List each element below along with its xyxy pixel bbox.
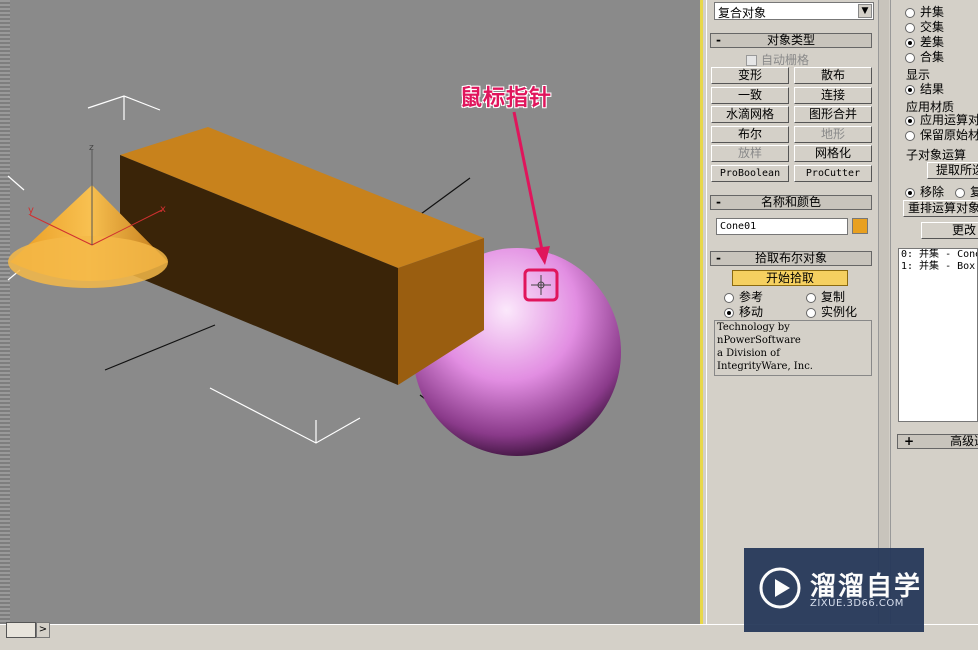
apply-op-label: 应用运算对 (920, 113, 978, 127)
timeline-slider[interactable] (6, 622, 36, 638)
shapemerge-button[interactable]: 图形合并 (794, 106, 872, 123)
category-dropdown[interactable]: 复合对象 ▼ (714, 2, 874, 20)
radio-icon (806, 307, 816, 318)
collapse-icon: - (716, 251, 721, 265)
copy-extract-label: 复 (970, 185, 978, 199)
merge-radio[interactable]: 合集 (905, 48, 944, 65)
instance-label: 实例化 (821, 305, 858, 319)
radio-selected-icon (905, 37, 915, 48)
box-object (120, 127, 484, 385)
credits-line: IntegrityWare, Inc. (717, 361, 813, 372)
annotation-arrow (512, 111, 550, 265)
sub-object-title: 子对象运算 (906, 148, 967, 162)
radio-icon (724, 292, 734, 303)
play-logo-icon (759, 567, 801, 609)
viewport-scene: x y z (7, 95, 621, 456)
name-color-title: 名称和颜色 (760, 195, 821, 209)
copy-extract-radio[interactable]: 复 (955, 183, 978, 200)
morph-button[interactable]: 变形 (711, 67, 789, 84)
remove-radio[interactable]: 移除 (905, 183, 944, 200)
collapse-icon: - (716, 195, 721, 209)
axis-z-letter: z (89, 143, 94, 153)
move-label: 移动 (739, 305, 764, 319)
radio-selected-icon (905, 84, 915, 95)
credits-line: a Division of (717, 348, 780, 359)
object-type-rollout[interactable]: - 对象类型 (710, 33, 872, 48)
credits-line: nPowerSoftware (717, 335, 801, 346)
radio-icon (905, 52, 915, 63)
axis-y-letter: y (28, 205, 34, 216)
blobmesh-button[interactable]: 水滴网格 (711, 106, 789, 123)
scatter-button[interactable]: 散布 (794, 67, 872, 84)
credits-box: Technology by nPowerSoftware a Division … (714, 320, 872, 376)
auto-grid-label: 自动栅格 (761, 53, 810, 67)
mesher-button[interactable]: 网格化 (794, 145, 872, 162)
keep-original-radio[interactable]: 保留原始材 (905, 126, 978, 143)
procutter-button[interactable]: ProCutter (794, 165, 872, 182)
checkbox-icon (746, 55, 757, 66)
command-panel-scrollbar[interactable] (878, 0, 889, 624)
copy-label: 复制 (821, 290, 846, 304)
advanced-rollout[interactable]: + 高级选 (897, 434, 978, 449)
radio-selected-icon (905, 115, 915, 126)
collapse-icon: - (716, 33, 721, 47)
object-type-title: 对象类型 (766, 33, 815, 47)
reorder-operands-button[interactable]: 重排运算对象 (903, 200, 978, 217)
radio-selected-icon (724, 307, 734, 318)
name-color-rollout[interactable]: - 名称和颜色 (710, 195, 872, 210)
intersection-label: 交集 (920, 20, 945, 34)
move-radio[interactable]: 移动 (724, 303, 763, 320)
keep-original-label: 保留原始材 (920, 128, 978, 142)
radio-icon (955, 187, 965, 198)
object-name-field[interactable]: Cone01 (716, 218, 848, 235)
watermark: 溜溜自学 ZIXUE.3D66.COM (744, 548, 924, 632)
instance-radio[interactable]: 实例化 (806, 303, 857, 320)
result-radio[interactable]: 结果 (905, 80, 944, 97)
radio-icon (806, 292, 816, 303)
extract-selected-button[interactable]: 提取所选 (927, 162, 978, 179)
timeline-next-arrow[interactable]: > (36, 622, 50, 638)
connect-button[interactable]: 连接 (794, 87, 872, 104)
proboolean-button[interactable]: ProBoolean (711, 165, 789, 182)
radio-icon (905, 130, 915, 141)
remove-label: 移除 (920, 185, 945, 199)
union-label: 并集 (920, 5, 945, 19)
axis-x-letter: x (160, 204, 166, 215)
expand-icon: + (904, 434, 915, 448)
loft-button[interactable]: 放样 (711, 145, 789, 162)
list-item[interactable]: 1: 并集 - Box (901, 261, 977, 273)
start-pick-button[interactable]: 开始拾取 (732, 270, 848, 286)
operands-list[interactable]: 0: 并集 - Cone 1: 并集 - Box (898, 248, 978, 422)
perspective-viewport[interactable]: x y z 鼠标指针 (0, 0, 703, 624)
subtraction-label: 差集 (920, 35, 945, 49)
advanced-title: 高级选 (950, 434, 978, 448)
annotation-label: 鼠标指针 (460, 86, 553, 111)
category-dropdown-value: 复合对象 (718, 6, 767, 20)
terrain-button[interactable]: 地形 (794, 126, 872, 143)
merge-label: 合集 (920, 50, 945, 64)
radio-selected-icon (905, 187, 915, 198)
radio-icon (905, 7, 915, 18)
radio-icon (905, 22, 915, 33)
chevron-down-icon[interactable]: ▼ (858, 4, 872, 18)
pick-boolean-title: 拾取布尔对象 (754, 251, 827, 265)
boolean-button[interactable]: 布尔 (711, 126, 789, 143)
credits-line: Technology by (717, 322, 790, 333)
list-item[interactable]: 0: 并集 - Cone (901, 249, 977, 261)
conform-button[interactable]: 一致 (711, 87, 789, 104)
pick-boolean-rollout[interactable]: - 拾取布尔对象 (710, 251, 872, 266)
change-button[interactable]: 更改 (921, 222, 978, 239)
auto-grid-checkbox[interactable]: 自动栅格 (746, 51, 809, 68)
result-label: 结果 (920, 82, 945, 96)
object-color-swatch[interactable] (852, 218, 868, 234)
reference-label: 参考 (739, 290, 764, 304)
watermark-subtitle: ZIXUE.3D66.COM (810, 598, 904, 609)
